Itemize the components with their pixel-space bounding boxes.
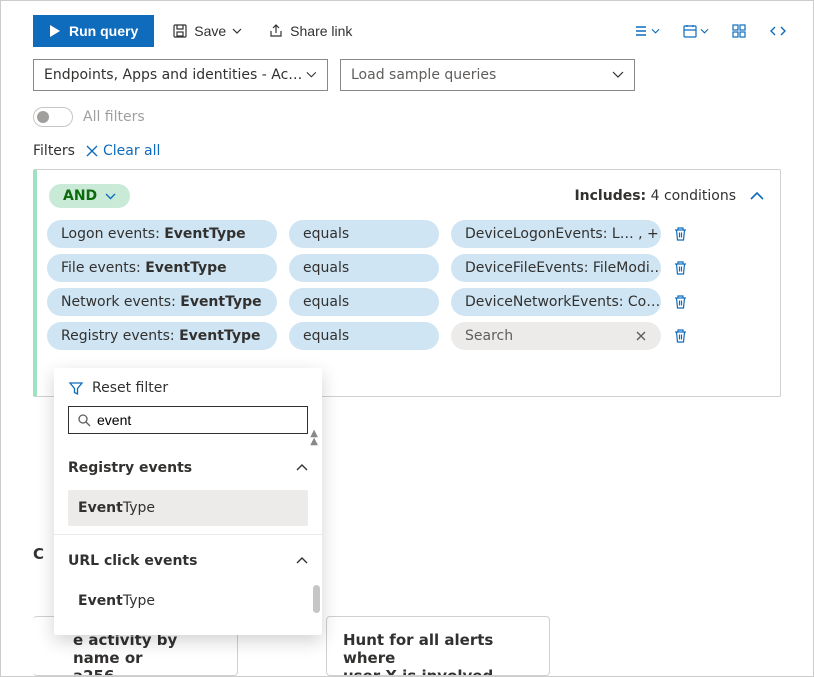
popup-search-box[interactable] xyxy=(68,406,308,434)
grid-button[interactable] xyxy=(725,19,753,43)
popup-scroll-area: ▲ Registry events EventType URL click even… xyxy=(54,436,322,619)
sample-queries-text: Load sample queries xyxy=(351,67,496,83)
sample-queries-select[interactable]: Load sample queries xyxy=(340,59,635,91)
clear-value-icon[interactable] xyxy=(660,296,661,308)
card-line1: Hunt for all alerts where xyxy=(343,631,533,667)
share-label: Share link xyxy=(290,23,352,39)
filter-picker-popup: Reset filter ▲ ▲ Registry events EventTyp… xyxy=(54,368,322,635)
selector-row: Endpoints, Apps and identities - Activit… xyxy=(1,57,813,101)
popup-search-input[interactable] xyxy=(97,412,299,428)
close-icon xyxy=(85,144,99,158)
reset-filter-label: Reset filter xyxy=(92,380,168,396)
logic-label: AND xyxy=(63,188,97,204)
trash-icon xyxy=(673,328,688,344)
source-select[interactable]: Endpoints, Apps and identities - Activit… xyxy=(33,59,328,91)
save-label: Save xyxy=(194,23,226,39)
save-icon xyxy=(172,23,188,39)
trash-icon xyxy=(673,294,688,310)
popup-item[interactable]: EventType xyxy=(68,583,308,619)
play-icon xyxy=(49,24,61,38)
filters-title: Filters xyxy=(33,143,75,159)
share-link-button[interactable]: Share link xyxy=(260,17,360,45)
condition-row: Logon events: EventType equals DeviceLogon… xyxy=(47,220,770,248)
toggle-knob xyxy=(37,111,49,123)
chevron-down-icon xyxy=(306,71,317,79)
source-select-text: Endpoints, Apps and identities - Activit… xyxy=(44,67,306,83)
grid-icon xyxy=(731,23,747,39)
condition-operator-pill[interactable]: equals xyxy=(289,288,439,316)
condition-operator-pill[interactable]: equals xyxy=(289,220,439,248)
condition-row: Registry events: EventType equals Search xyxy=(47,322,770,350)
chevron-down-icon xyxy=(612,71,624,79)
condition-rows: Logon events: EventType equals DeviceLogon… xyxy=(47,220,770,350)
chevron-up-icon xyxy=(296,557,308,565)
popup-item[interactable]: EventType xyxy=(68,490,308,526)
includes-prefix: Includes: xyxy=(574,188,646,204)
condition-operator-pill[interactable]: equals xyxy=(289,322,439,350)
cutoff-text: C xyxy=(33,545,44,563)
scrollbar-thumb[interactable] xyxy=(313,585,320,613)
card-line1: e activity by name or xyxy=(73,631,221,667)
conditions-panel: AND Includes: 4 conditions Logon events:… xyxy=(33,169,781,397)
condition-operator-pill[interactable]: equals xyxy=(289,254,439,282)
scroll-up-icon[interactable]: ▲ xyxy=(310,436,318,447)
filter-reset-icon xyxy=(68,380,84,396)
condition-value-pill[interactable]: DeviceFileEvents: FileModi… xyxy=(451,254,661,282)
condition-row: Network events: EventType equals DeviceNet… xyxy=(47,288,770,316)
card-line2: user X is involved xyxy=(343,667,533,676)
search-icon xyxy=(77,413,91,427)
save-button[interactable]: Save xyxy=(164,17,250,45)
all-filters-label: All filters xyxy=(83,109,145,125)
condition-value-search[interactable]: Search xyxy=(451,322,661,350)
delete-condition-button[interactable] xyxy=(673,328,688,344)
calendar-dropdown[interactable] xyxy=(676,19,715,43)
condition-attribute-pill[interactable]: File events: EventType xyxy=(47,254,277,282)
reset-filter-button[interactable]: Reset filter xyxy=(54,368,322,406)
chevron-down-icon xyxy=(105,193,116,200)
delete-condition-button[interactable] xyxy=(673,260,688,276)
list-icon xyxy=(633,23,649,39)
collapse-button[interactable] xyxy=(750,192,764,201)
chevron-down-icon xyxy=(700,28,709,34)
condition-attribute-pill[interactable]: Network events: EventType xyxy=(47,288,277,316)
condition-attribute-pill[interactable]: Registry events: EventType xyxy=(47,322,277,350)
popup-group-header[interactable]: URL click events xyxy=(54,534,322,575)
logic-chip[interactable]: AND xyxy=(49,184,130,208)
clear-all-label: Clear all xyxy=(103,143,160,159)
popup-group-header[interactable]: Registry events xyxy=(54,442,322,482)
card-line2: a256 xyxy=(73,667,221,676)
run-query-label: Run query xyxy=(69,23,138,39)
delete-condition-button[interactable] xyxy=(673,226,688,242)
condition-value-pill[interactable]: DeviceNetworkEvents: Co… xyxy=(451,288,661,316)
condition-attribute-pill[interactable]: Logon events: EventType xyxy=(47,220,277,248)
calendar-icon xyxy=(682,23,698,39)
all-filters-row: All filters xyxy=(1,101,813,139)
filters-header: Filters Clear all xyxy=(1,139,813,167)
trash-icon xyxy=(673,260,688,276)
includes-count: 4 conditions xyxy=(651,188,736,204)
delete-condition-button[interactable] xyxy=(673,294,688,310)
all-filters-toggle[interactable] xyxy=(33,107,73,127)
chevron-up-icon xyxy=(296,464,308,472)
list-view-dropdown[interactable] xyxy=(627,19,666,43)
condition-value-pill[interactable]: DeviceLogonEvents: L… , +1 xyxy=(451,220,661,248)
chevron-up-icon xyxy=(750,192,764,201)
code-button[interactable] xyxy=(763,19,793,43)
top-toolbar: Run query Save Share link xyxy=(1,1,813,57)
run-query-button[interactable]: Run query xyxy=(33,15,154,47)
condition-row: File events: EventType equals DeviceFileEv… xyxy=(47,254,770,282)
code-icon xyxy=(769,23,787,39)
trash-icon xyxy=(673,226,688,242)
share-icon xyxy=(268,23,284,39)
chevron-down-icon xyxy=(651,28,660,34)
conditions-header: AND Includes: 4 conditions xyxy=(47,180,770,220)
chevron-down-icon xyxy=(232,28,242,34)
card-hunt-alerts[interactable]: Hunt for all alerts where user X is invo… xyxy=(326,616,550,676)
clear-value-icon[interactable] xyxy=(635,330,647,342)
clear-all-button[interactable]: Clear all xyxy=(85,143,160,159)
includes-text: Includes: 4 conditions xyxy=(574,188,736,204)
